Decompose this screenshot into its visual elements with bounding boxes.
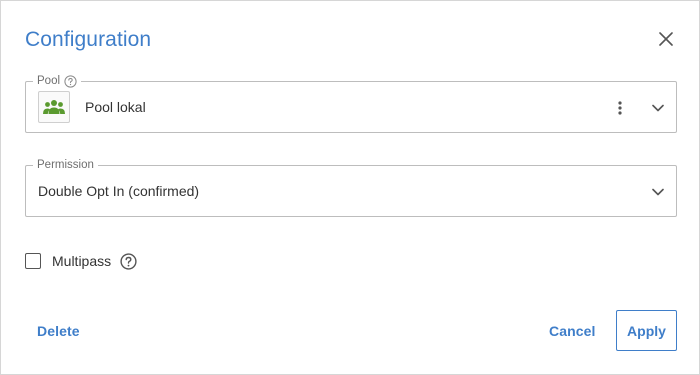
pool-legend-label: Pool — [37, 75, 61, 87]
permission-value: Double Opt In (confirmed) — [38, 183, 200, 199]
pool-avatar — [38, 91, 70, 123]
help-icon[interactable] — [64, 74, 77, 88]
multipass-checkbox[interactable] — [25, 253, 41, 269]
cancel-button[interactable]: Cancel — [549, 323, 596, 339]
more-vertical-icon — [618, 101, 622, 115]
permission-legend: Permission — [33, 158, 98, 172]
people-group-icon — [43, 100, 65, 114]
permission-select[interactable]: Permission Double Opt In (confirmed) — [25, 158, 677, 217]
pool-legend: Pool — [33, 74, 82, 88]
pool-more-button[interactable] — [610, 96, 630, 120]
configuration-dialog: Configuration Pool Pool lokal Permission… — [0, 0, 700, 375]
chevron-down-icon — [652, 188, 664, 196]
chevron-down-icon — [652, 104, 664, 112]
pool-value: Pool lokal — [85, 99, 146, 115]
close-button[interactable] — [654, 27, 678, 51]
dialog-title: Configuration — [25, 28, 152, 51]
apply-button[interactable]: Apply — [616, 310, 677, 351]
close-icon — [659, 32, 673, 46]
permission-dropdown-toggle[interactable] — [648, 180, 668, 204]
pool-select[interactable]: Pool Pool lokal — [25, 74, 677, 133]
multipass-row: Multipass — [25, 251, 137, 271]
pool-dropdown-toggle[interactable] — [648, 96, 668, 120]
multipass-label: Multipass — [52, 253, 112, 269]
permission-legend-label: Permission — [37, 159, 94, 171]
delete-button[interactable]: Delete — [37, 323, 80, 339]
help-icon[interactable] — [120, 252, 137, 270]
